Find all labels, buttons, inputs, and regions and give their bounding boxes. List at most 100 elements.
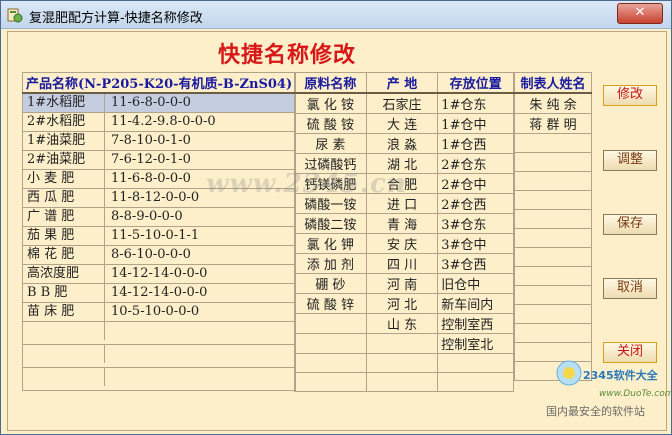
origin-cell[interactable]	[365, 353, 439, 373]
table-row[interactable]: 苗 床 肥 10-5-10-0-0-0	[21, 302, 297, 322]
table-row[interactable]: 山 东控制室西	[294, 313, 514, 334]
origin-cell[interactable]: 河 北	[365, 293, 439, 314]
preparer-cell[interactable]	[514, 190, 592, 210]
preparer-cell[interactable]	[514, 323, 592, 343]
material-cell[interactable]	[294, 372, 367, 392]
product-table[interactable]: 产品名称(N-P205-K20-有机质-B-ZnS04) 1#水稻肥 11-6-8…	[21, 72, 297, 391]
cancel-button[interactable]: 取消	[603, 278, 657, 299]
location-cell[interactable]	[437, 353, 514, 373]
material-table[interactable]: 原料名称 产 地 存放位置 氯 化 铵石家庄 1#仓东硫 酸 铵大 连 1#仓中尿 …	[294, 72, 514, 392]
location-cell[interactable]: 2#仓中	[437, 173, 514, 194]
table-row[interactable]	[514, 285, 592, 305]
material-cell[interactable]	[294, 313, 367, 334]
preparer-table[interactable]: 制表人姓名 朱 纯 余蒋 群 明	[514, 72, 592, 381]
table-row[interactable]: 氯 化 铵石家庄 1#仓东	[294, 92, 514, 114]
product-cell[interactable]: 高浓度肥 14-12-14-0-0-0	[21, 264, 297, 284]
origin-cell[interactable]: 四 川	[365, 253, 439, 274]
location-cell[interactable]: 1#仓西	[437, 133, 514, 154]
table-row[interactable]: 磷酸二铵青 海 3#仓东	[294, 213, 514, 234]
table-row[interactable]: 控制室北	[294, 333, 514, 354]
table-row[interactable]	[514, 190, 592, 210]
table-row[interactable]: 茄 果 肥 11-5-10-0-1-1	[21, 226, 297, 246]
preparer-cell[interactable]	[514, 304, 592, 324]
table-row[interactable]: 1#油菜肥 7-8-10-0-1-0	[21, 131, 297, 151]
product-cell[interactable]	[21, 367, 297, 391]
product-cell[interactable]: B B 肥 14-12-14-0-0-0	[21, 283, 297, 303]
origin-cell[interactable]	[365, 372, 439, 392]
product-cell[interactable]: 1#油菜肥 7-8-10-0-1-0	[21, 131, 297, 151]
material-cell[interactable]: 添 加 剂	[294, 253, 367, 274]
location-cell[interactable]	[437, 372, 514, 392]
location-cell[interactable]: 控制室西	[437, 313, 514, 334]
material-cell[interactable]: 尿 素	[294, 133, 367, 154]
table-row[interactable]: 1#水稻肥 11-6-8-0-0-0	[21, 92, 297, 113]
preparer-cell[interactable]	[514, 285, 592, 305]
product-cell[interactable]	[21, 344, 297, 368]
location-cell[interactable]: 新车间内	[437, 293, 514, 314]
table-row[interactable]: 硫 酸 锌河 北新车间内	[294, 293, 514, 314]
table-row[interactable]: 氯 化 钾安 庆 3#仓中	[294, 233, 514, 254]
table-row[interactable]: 广 谱 肥 8-8-9-0-0-0	[21, 207, 297, 227]
product-cell[interactable]: 2#油菜肥 7-6-12-0-1-0	[21, 150, 297, 170]
table-row[interactable]	[514, 323, 592, 343]
preparer-cell[interactable]	[514, 152, 592, 172]
origin-cell[interactable]: 青 海	[365, 213, 439, 234]
preparer-cell[interactable]: 朱 纯 余	[514, 92, 592, 114]
product-cell[interactable]: 1#水稻肥 11-6-8-0-0-0	[21, 92, 297, 113]
location-cell[interactable]: 3#仓西	[437, 253, 514, 274]
origin-cell[interactable]	[365, 333, 439, 354]
product-cell[interactable]: 棉 花 肥 8-6-10-0-0-0	[21, 245, 297, 265]
table-row[interactable]	[514, 228, 592, 248]
product-cell[interactable]: 苗 床 肥 10-5-10-0-0-0	[21, 302, 297, 322]
material-cell[interactable]: 硫 酸 铵	[294, 113, 367, 134]
table-row[interactable]	[21, 321, 297, 345]
material-cell[interactable]: 硫 酸 锌	[294, 293, 367, 314]
table-row[interactable]	[294, 353, 514, 373]
product-cell[interactable]	[21, 321, 297, 345]
material-cell[interactable]	[294, 353, 367, 373]
preparer-cell[interactable]	[514, 133, 592, 153]
preparer-cell[interactable]: 蒋 群 明	[514, 113, 592, 134]
table-row[interactable]: 高浓度肥 14-12-14-0-0-0	[21, 264, 297, 284]
material-cell[interactable]: 氯 化 铵	[294, 92, 367, 114]
table-row[interactable]: 蒋 群 明	[514, 113, 592, 134]
location-cell[interactable]: 旧仓中	[437, 273, 514, 294]
table-row[interactable]: 添 加 剂四 川 3#仓西	[294, 253, 514, 274]
table-row[interactable]: 朱 纯 余	[514, 92, 592, 114]
origin-cell[interactable]: 山 东	[365, 313, 439, 334]
window-close-button[interactable]: ✕	[617, 3, 663, 24]
table-row[interactable]: 2#油菜肥 7-6-12-0-1-0	[21, 150, 297, 170]
location-cell[interactable]: 1#仓中	[437, 113, 514, 134]
table-row[interactable]: 硼 砂河 南旧仓中	[294, 273, 514, 294]
origin-cell[interactable]: 石家庄	[365, 92, 439, 114]
material-cell[interactable]: 氯 化 钾	[294, 233, 367, 254]
location-cell[interactable]: 控制室北	[437, 333, 514, 354]
table-row[interactable]: 2#水稻肥 11-4.2-9.8-0-0-0	[21, 112, 297, 132]
location-cell[interactable]: 3#仓中	[437, 233, 514, 254]
preparer-cell[interactable]	[514, 247, 592, 267]
product-cell[interactable]: 2#水稻肥 11-4.2-9.8-0-0-0	[21, 112, 297, 132]
product-cell[interactable]: 茄 果 肥 11-5-10-0-1-1	[21, 226, 297, 246]
table-row[interactable]	[514, 171, 592, 191]
table-row[interactable]: B B 肥 14-12-14-0-0-0	[21, 283, 297, 303]
origin-cell[interactable]: 安 庆	[365, 233, 439, 254]
table-row[interactable]	[294, 372, 514, 392]
preparer-cell[interactable]	[514, 266, 592, 286]
location-cell[interactable]: 2#仓西	[437, 193, 514, 214]
preparer-cell[interactable]	[514, 209, 592, 229]
location-cell[interactable]: 2#仓东	[437, 153, 514, 174]
table-row[interactable]	[21, 367, 297, 391]
table-row[interactable]: 尿 素浪 淼 1#仓西	[294, 133, 514, 154]
product-cell[interactable]: 广 谱 肥 8-8-9-0-0-0	[21, 207, 297, 227]
material-cell[interactable]: 硼 砂	[294, 273, 367, 294]
modify-button[interactable]: 修改	[603, 85, 657, 106]
origin-cell[interactable]: 浪 淼	[365, 133, 439, 154]
save-button[interactable]: 保存	[603, 214, 657, 235]
adjust-button[interactable]: 调整	[603, 150, 657, 171]
table-row[interactable]	[514, 152, 592, 172]
location-cell[interactable]: 1#仓东	[437, 92, 514, 114]
origin-cell[interactable]: 河 南	[365, 273, 439, 294]
table-row[interactable]: 硫 酸 铵大 连 1#仓中	[294, 113, 514, 134]
origin-cell[interactable]: 大 连	[365, 113, 439, 134]
table-row[interactable]	[514, 304, 592, 324]
